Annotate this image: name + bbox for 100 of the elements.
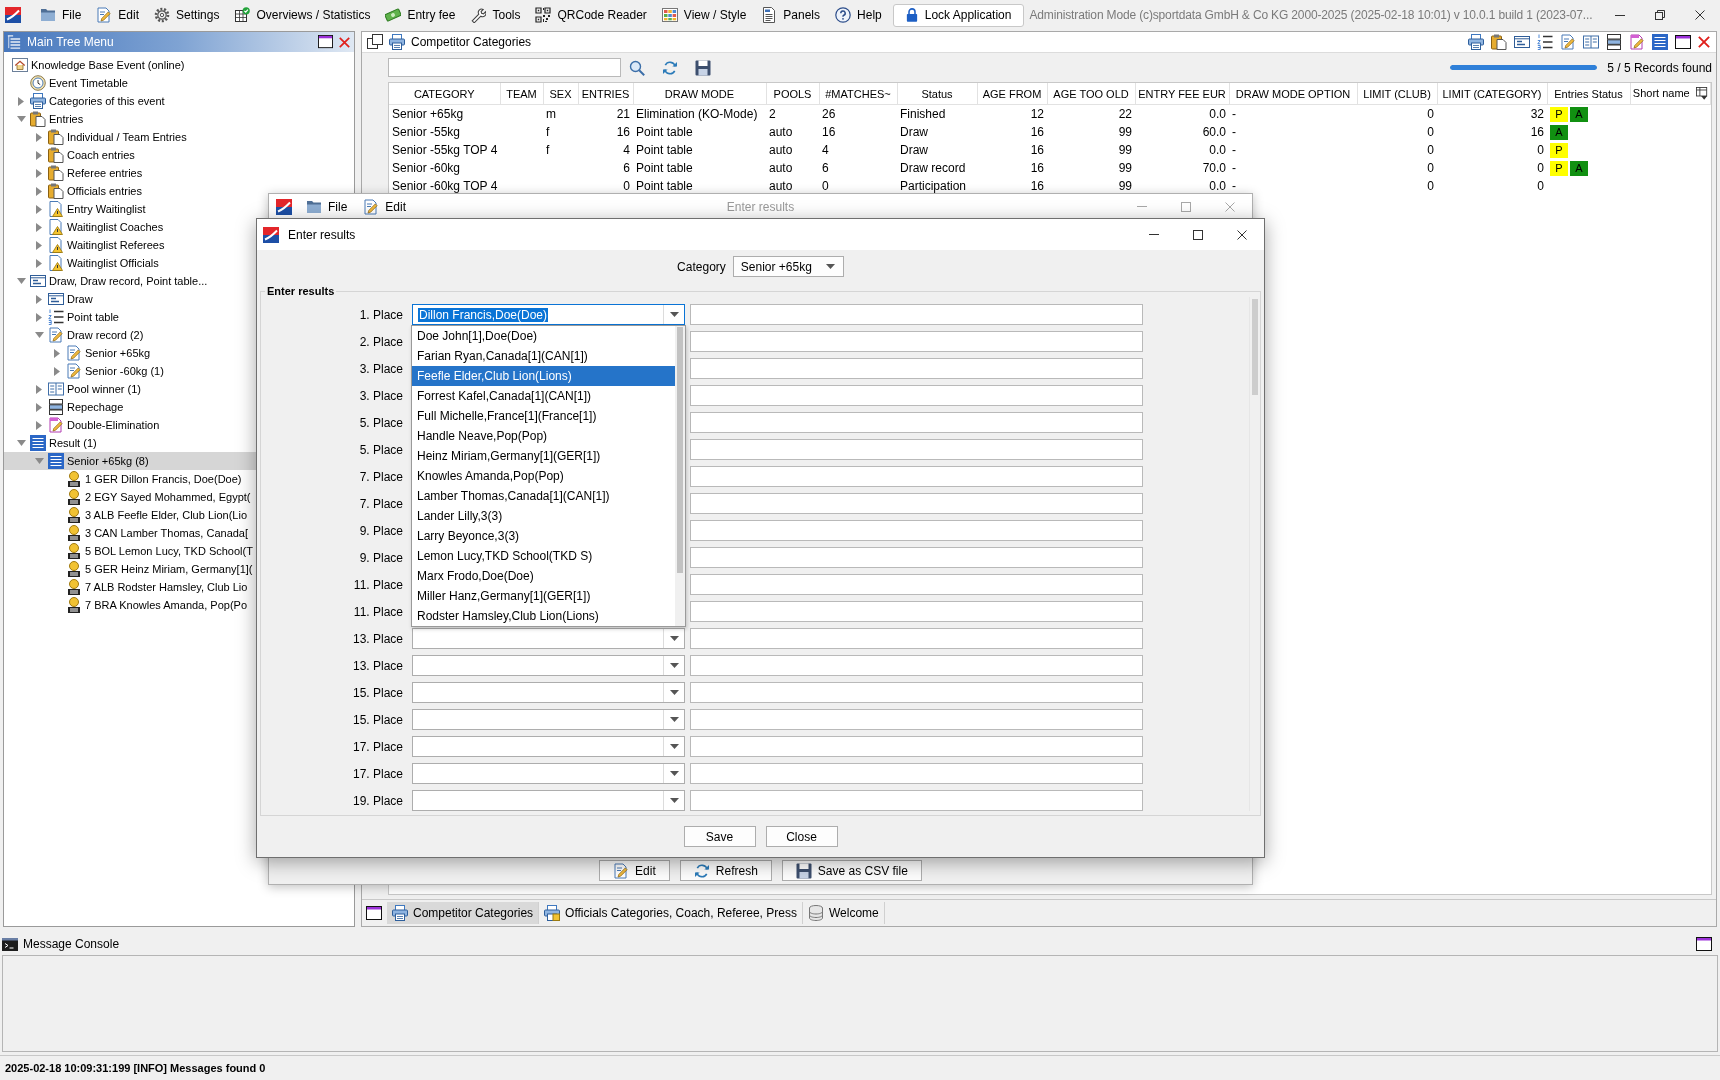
collapse-arrow-icon[interactable] [34, 458, 44, 464]
tab[interactable]: Welcome [802, 902, 885, 924]
tree-item[interactable]: Point table [4, 308, 354, 326]
dropdown-option[interactable]: Rodster Hamsley,Club Lion(Lions) [412, 606, 675, 626]
close-icon[interactable] [339, 36, 350, 48]
tree-item[interactable]: Waitinglist Officials [4, 254, 354, 272]
dropdown-option[interactable]: Full Michelle,France[1](France[1]) [412, 406, 675, 426]
result-field[interactable] [690, 331, 1143, 352]
form-icon[interactable] [1514, 34, 1530, 50]
column-header[interactable]: ENTRY FEE EUR [1135, 83, 1229, 105]
pencil-document-icon[interactable] [1629, 34, 1645, 50]
tree-item[interactable]: Officials entries [4, 182, 354, 200]
dropdown-option[interactable]: Handle Neave,Pop(Pop) [412, 426, 675, 446]
tree-item[interactable]: 7 ALB Rodster Hamsley, Club Lio [4, 578, 354, 596]
place-dropdown[interactable]: Dillon Francis,Doe(Doe) [412, 304, 685, 325]
dropdown-option[interactable]: Heinz Miriam,Germany[1](GER[1]) [412, 446, 675, 466]
result-field[interactable] [690, 574, 1143, 595]
place-dropdown[interactable] [412, 655, 685, 676]
columns-icon[interactable] [1583, 34, 1599, 50]
save-button[interactable]: Save as CSV file [781, 860, 922, 881]
dropdown-option[interactable]: Feefle Elder,Club Lion(Lions) [412, 366, 675, 386]
scrollbar[interactable] [1249, 297, 1260, 811]
column-header[interactable]: TEAM [500, 83, 543, 105]
collapse-arrow-icon[interactable] [34, 332, 44, 338]
menu-item[interactable]: Overviews / Statistics [234, 5, 371, 25]
expand-arrow-icon[interactable] [36, 420, 42, 430]
tree-item[interactable]: Event Timetable [4, 74, 354, 92]
tree-item[interactable]: Coach entries [4, 146, 354, 164]
tree-item[interactable]: 1 GER Dillon Francis, Doe(Doe) [4, 470, 354, 488]
column-header[interactable]: SEX [543, 83, 578, 105]
column-header[interactable]: LIMIT (CLUB) [1357, 83, 1437, 105]
place-dropdown[interactable] [412, 682, 685, 703]
dropdown-option[interactable]: Forrest Kafel,Canada[1](CAN[1]) [412, 386, 675, 406]
category-dropdown[interactable]: Senior +65kg [732, 256, 844, 277]
expand-arrow-icon[interactable] [18, 96, 24, 106]
place-dropdown[interactable] [412, 790, 685, 811]
column-header[interactable]: Status [897, 83, 977, 105]
column-header[interactable]: #MATCHES~ [819, 83, 897, 105]
result-field[interactable] [690, 709, 1143, 730]
dropdown-option[interactable]: Lemon Lucy,TKD School(TKD S) [412, 546, 675, 566]
column-header[interactable]: LIMIT (CATEGORY) [1437, 83, 1547, 105]
scrollbar-thumb[interactable] [677, 327, 683, 573]
window-icon[interactable] [1675, 35, 1691, 49]
dropdown-option[interactable]: Lamber Thomas,Canada[1](CAN[1]) [412, 486, 675, 506]
dropdown-option[interactable]: Doe John[1],Doe(Doe) [412, 326, 675, 346]
place-dropdown[interactable] [412, 736, 685, 757]
pencil-document-icon[interactable] [1560, 34, 1576, 50]
edit-button[interactable]: Edit [599, 860, 670, 881]
place-dropdown[interactable] [412, 628, 685, 649]
close-icon[interactable] [1698, 36, 1710, 48]
menu-item[interactable]: Entry fee [385, 5, 456, 25]
tree-item[interactable]: 5 GER Heinz Miriam, Germany[1]( [4, 560, 354, 578]
result-field[interactable] [690, 466, 1143, 487]
clipboard-icon[interactable] [1491, 34, 1507, 50]
menu-item[interactable]: Edit [96, 5, 140, 25]
dropdown-option[interactable]: Lander Lilly,3(3) [412, 506, 675, 526]
dropdown-option[interactable]: Miller Hanz,Germany[1](GER[1]) [412, 586, 675, 606]
tree-item[interactable]: Individual / Team Entries [4, 128, 354, 146]
tree-item[interactable]: 7 BRA Knowles Amanda, Pop(Po [4, 596, 354, 614]
tree-item[interactable]: 3 ALB Feefle Elder, Club Lion(Lio [4, 506, 354, 524]
menu-item[interactable]: QRCode Reader [535, 5, 647, 25]
tree-item[interactable]: 2 EGY Sayed Mohammed, Egypt( [4, 488, 354, 506]
result-field[interactable] [690, 628, 1143, 649]
dropdown-option[interactable]: Marx Frodo,Doe(Doe) [412, 566, 675, 586]
scrollbar-thumb[interactable] [1252, 299, 1258, 395]
column-header[interactable]: DRAW MODE OPTION [1229, 83, 1357, 105]
menu-item[interactable]: Panels [761, 5, 821, 25]
expand-arrow-icon[interactable] [36, 186, 42, 196]
place-dropdown[interactable] [412, 763, 685, 784]
tree-item[interactable]: 3 CAN Lamber Thomas, Canada[ [4, 524, 354, 542]
tree-item[interactable]: Pool winner (1) [4, 380, 354, 398]
result-field[interactable] [690, 655, 1143, 676]
column-header[interactable]: DRAW MODE [633, 83, 766, 105]
expand-arrow-icon[interactable] [36, 168, 42, 178]
expand-arrow-icon[interactable] [36, 294, 42, 304]
numbered-list-icon[interactable] [1537, 34, 1553, 50]
column-header[interactable]: AGE TOO OLD [1047, 83, 1135, 105]
close-button[interactable]: Close [765, 826, 838, 847]
result-field[interactable] [690, 682, 1143, 703]
stacked-rows-icon[interactable] [1606, 34, 1622, 50]
list-icon[interactable] [1652, 34, 1668, 50]
column-header[interactable]: Short name [1630, 83, 1711, 105]
result-field[interactable] [690, 790, 1143, 811]
window-icon[interactable] [366, 906, 382, 920]
tree-item[interactable]: Referee entries [4, 164, 354, 182]
menu-item[interactable]: File [306, 198, 348, 215]
result-field[interactable] [690, 736, 1143, 757]
expand-arrow-icon[interactable] [36, 240, 42, 250]
menu-item[interactable]: Edit [363, 198, 407, 215]
menu-item[interactable]: View / Style [661, 5, 747, 25]
lock-application-button[interactable]: Lock Application [892, 3, 1025, 27]
column-header[interactable]: POOLS [766, 83, 819, 105]
scrollbar[interactable] [675, 326, 685, 626]
expand-arrow-icon[interactable] [36, 132, 42, 142]
expand-arrow-icon[interactable] [36, 258, 42, 268]
result-field[interactable] [690, 493, 1143, 514]
result-field[interactable] [690, 304, 1143, 325]
column-chooser-icon[interactable] [1695, 87, 1708, 101]
tree-item[interactable]: Result (1) [4, 434, 354, 452]
tree-item[interactable]: Senior +65kg [4, 344, 354, 362]
